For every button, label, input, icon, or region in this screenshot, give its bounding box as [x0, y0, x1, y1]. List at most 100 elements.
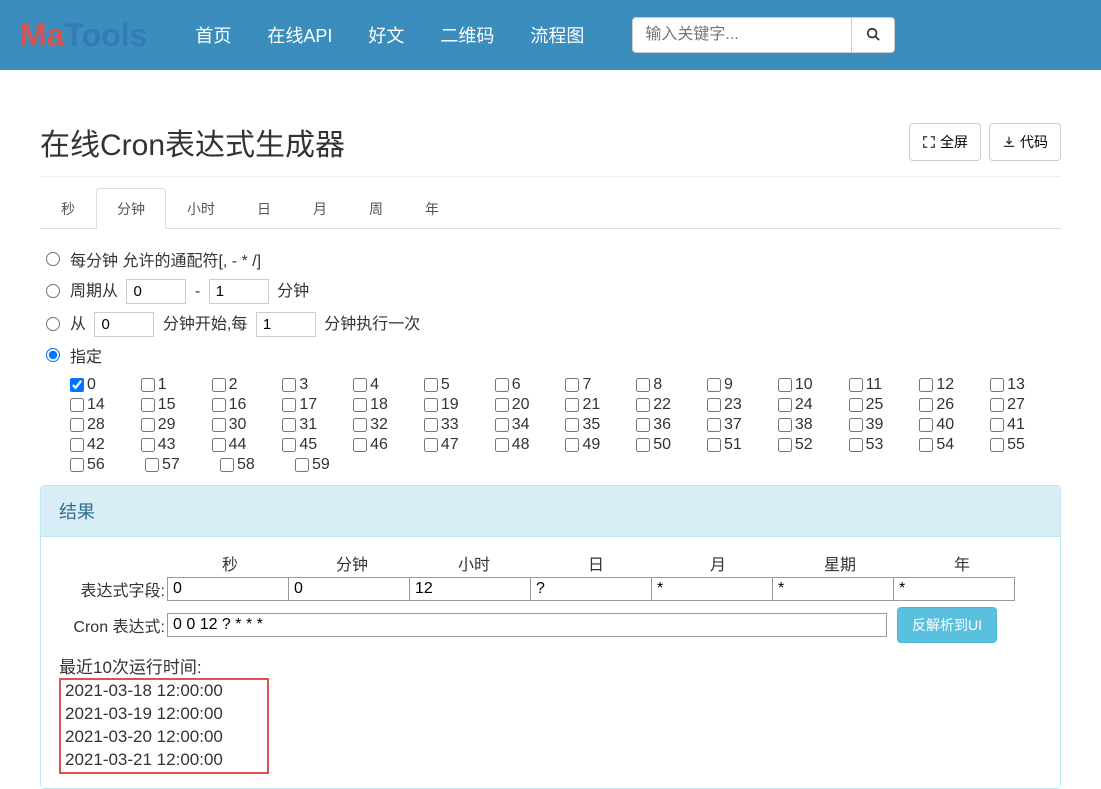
radio-specify-label[interactable]: 指定 — [70, 343, 102, 367]
minute-26[interactable]: 26 — [919, 395, 990, 415]
minute-checkbox-7[interactable] — [565, 378, 579, 392]
minute-49[interactable]: 49 — [565, 435, 636, 455]
minute-52[interactable]: 52 — [778, 435, 849, 455]
minute-checkbox-38[interactable] — [778, 418, 792, 432]
minute-checkbox-10[interactable] — [778, 378, 792, 392]
minute-11[interactable]: 11 — [849, 375, 920, 395]
minute-51[interactable]: 51 — [707, 435, 778, 455]
minute-checkbox-59[interactable] — [295, 458, 309, 472]
minute-48[interactable]: 48 — [495, 435, 566, 455]
minute-checkbox-8[interactable] — [636, 378, 650, 392]
field-second[interactable] — [167, 577, 289, 601]
minute-35[interactable]: 35 — [565, 415, 636, 435]
minute-46[interactable]: 46 — [353, 435, 424, 455]
nav-articles[interactable]: 好文 — [350, 22, 422, 48]
minute-1[interactable]: 1 — [141, 375, 212, 395]
minute-checkbox-21[interactable] — [565, 398, 579, 412]
minute-12[interactable]: 12 — [919, 375, 990, 395]
minute-checkbox-30[interactable] — [212, 418, 226, 432]
tab-day[interactable]: 日 — [236, 188, 292, 229]
tab-year[interactable]: 年 — [404, 188, 460, 229]
minute-56[interactable]: 56 — [70, 455, 145, 475]
radio-wildcard-label[interactable]: 每分钟 允许的通配符[, - * /] — [70, 247, 261, 271]
field-year[interactable] — [893, 577, 1015, 601]
minute-43[interactable]: 43 — [141, 435, 212, 455]
minute-24[interactable]: 24 — [778, 395, 849, 415]
field-month[interactable] — [651, 577, 773, 601]
minute-checkbox-5[interactable] — [424, 378, 438, 392]
minute-checkbox-54[interactable] — [919, 438, 933, 452]
nav-qrcode[interactable]: 二维码 — [422, 22, 512, 48]
minute-21[interactable]: 21 — [565, 395, 636, 415]
minute-27[interactable]: 27 — [990, 395, 1061, 415]
radio-period-label[interactable]: 周期从 - 分钟 — [70, 277, 309, 304]
tab-minute[interactable]: 分钟 — [96, 188, 166, 229]
minute-13[interactable]: 13 — [990, 375, 1061, 395]
tab-hour[interactable]: 小时 — [166, 188, 236, 229]
minute-checkbox-17[interactable] — [282, 398, 296, 412]
minute-58[interactable]: 58 — [220, 455, 295, 475]
minute-47[interactable]: 47 — [424, 435, 495, 455]
code-button[interactable]: 代码 — [989, 123, 1061, 161]
minute-41[interactable]: 41 — [990, 415, 1061, 435]
field-hour[interactable] — [409, 577, 531, 601]
minute-25[interactable]: 25 — [849, 395, 920, 415]
minute-checkbox-29[interactable] — [141, 418, 155, 432]
interval-step-input[interactable] — [256, 312, 316, 337]
minute-checkbox-14[interactable] — [70, 398, 84, 412]
minute-19[interactable]: 19 — [424, 395, 495, 415]
radio-interval[interactable] — [46, 317, 60, 331]
minute-9[interactable]: 9 — [707, 375, 778, 395]
logo[interactable]: MaTools — [20, 17, 147, 54]
minute-checkbox-27[interactable] — [990, 398, 1004, 412]
minute-55[interactable]: 55 — [990, 435, 1061, 455]
minute-checkbox-6[interactable] — [495, 378, 509, 392]
minute-40[interactable]: 40 — [919, 415, 990, 435]
minute-28[interactable]: 28 — [70, 415, 141, 435]
minute-checkbox-15[interactable] — [141, 398, 155, 412]
parse-button[interactable]: 反解析到UI — [897, 607, 997, 643]
minute-2[interactable]: 2 — [212, 375, 283, 395]
minute-14[interactable]: 14 — [70, 395, 141, 415]
minute-checkbox-52[interactable] — [778, 438, 792, 452]
tab-month[interactable]: 月 — [292, 188, 348, 229]
minute-checkbox-19[interactable] — [424, 398, 438, 412]
minute-checkbox-1[interactable] — [141, 378, 155, 392]
minute-36[interactable]: 36 — [636, 415, 707, 435]
minute-checkbox-3[interactable] — [282, 378, 296, 392]
nav-flowchart[interactable]: 流程图 — [512, 22, 602, 48]
field-week[interactable] — [772, 577, 894, 601]
minute-checkbox-33[interactable] — [424, 418, 438, 432]
minute-29[interactable]: 29 — [141, 415, 212, 435]
minute-checkbox-18[interactable] — [353, 398, 367, 412]
minute-checkbox-22[interactable] — [636, 398, 650, 412]
minute-checkbox-41[interactable] — [990, 418, 1004, 432]
minute-45[interactable]: 45 — [282, 435, 353, 455]
minute-checkbox-23[interactable] — [707, 398, 721, 412]
fullscreen-button[interactable]: 全屏 — [909, 123, 981, 161]
minute-checkbox-13[interactable] — [990, 378, 1004, 392]
minute-checkbox-40[interactable] — [919, 418, 933, 432]
minute-10[interactable]: 10 — [778, 375, 849, 395]
minute-checkbox-39[interactable] — [849, 418, 863, 432]
minute-checkbox-46[interactable] — [353, 438, 367, 452]
minute-checkbox-20[interactable] — [495, 398, 509, 412]
minute-checkbox-53[interactable] — [849, 438, 863, 452]
minute-checkbox-47[interactable] — [424, 438, 438, 452]
minute-42[interactable]: 42 — [70, 435, 141, 455]
minute-checkbox-45[interactable] — [282, 438, 296, 452]
minute-checkbox-2[interactable] — [212, 378, 226, 392]
period-to-input[interactable] — [209, 279, 269, 304]
radio-wildcard[interactable] — [46, 252, 60, 266]
minute-checkbox-44[interactable] — [212, 438, 226, 452]
minute-0[interactable]: 0 — [70, 375, 141, 395]
minute-59[interactable]: 59 — [295, 455, 370, 475]
minute-checkbox-26[interactable] — [919, 398, 933, 412]
radio-period[interactable] — [46, 284, 60, 298]
minute-checkbox-50[interactable] — [636, 438, 650, 452]
minute-22[interactable]: 22 — [636, 395, 707, 415]
minute-53[interactable]: 53 — [849, 435, 920, 455]
search-input[interactable] — [632, 17, 852, 53]
minute-checkbox-32[interactable] — [353, 418, 367, 432]
minute-7[interactable]: 7 — [565, 375, 636, 395]
